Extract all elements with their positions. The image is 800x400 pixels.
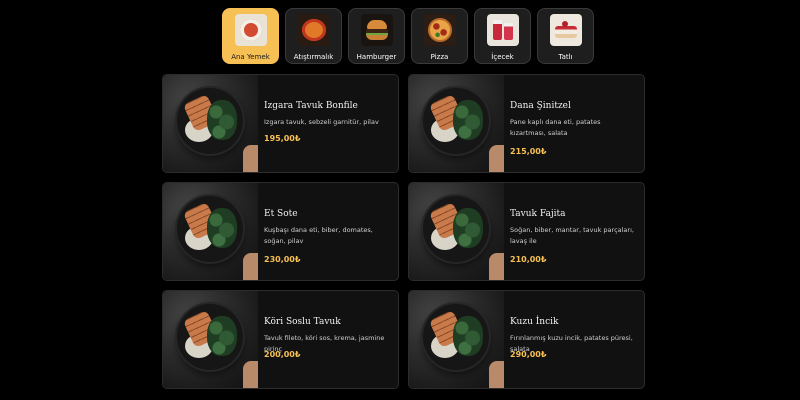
main-dish-icon: [234, 14, 267, 46]
category-label: İçecek: [491, 53, 514, 61]
menu-item-card[interactable]: Kuzu İncik Fırınlanmış kuzu incik, patat…: [408, 290, 645, 389]
food-image: [163, 183, 258, 280]
menu-item-description: Kuşbaşı dana eti, biber, domates, soğan,…: [264, 226, 373, 245]
category-label: Pizza: [430, 53, 449, 61]
category-tab-hamburger[interactable]: Hamburger: [348, 8, 405, 64]
category-label: Tatlı: [558, 53, 573, 61]
menu-item-card[interactable]: Köri Soslu Tavuk Tavuk fileto, köri sos,…: [162, 290, 399, 389]
menu-item-name: Köri Soslu Tavuk: [264, 317, 341, 327]
food-image: [163, 291, 258, 388]
menu-item-card[interactable]: Dana Şinitzel Pane kaplı dana eti, patat…: [408, 74, 645, 173]
menu-item-card[interactable]: Et Sote Kuşbaşı dana eti, biber, domates…: [162, 182, 399, 281]
category-label: Hamburger: [356, 53, 397, 61]
menu-item-price: 210,00₺: [510, 255, 547, 264]
menu-item-name: Izgara Tavuk Bonfile: [264, 101, 358, 111]
category-tab-ana-yemek[interactable]: Ana Yemek: [222, 8, 279, 64]
menu-item-name: Kuzu İncik: [510, 317, 559, 327]
pizza-icon: [423, 14, 456, 46]
category-tab-atistirmalik[interactable]: Atıştırmalık: [285, 8, 342, 64]
snack-icon: [297, 14, 330, 46]
menu-item-description: Izgara tavuk, sebzeli garnitür, pilav: [264, 118, 379, 126]
food-image: [409, 183, 504, 280]
menu-item-price: 195,00₺: [264, 134, 301, 143]
menu-item-card[interactable]: Izgara Tavuk Bonfile Izgara tavuk, sebze…: [162, 74, 399, 173]
menu-item-name: Dana Şinitzel: [510, 101, 571, 111]
category-tab-tatli[interactable]: Tatlı: [537, 8, 594, 64]
food-image: [409, 291, 504, 388]
dessert-icon: [549, 14, 582, 46]
menu-item-name: Tavuk Fajita: [510, 209, 566, 219]
menu-item-price: 230,00₺: [264, 255, 301, 264]
category-tab-icecek[interactable]: İçecek: [474, 8, 531, 64]
menu-item-price: 200,00₺: [264, 350, 301, 359]
category-label: Ana Yemek: [231, 53, 270, 61]
menu-item-price: 215,00₺: [510, 147, 547, 156]
drink-icon: [486, 14, 519, 46]
category-bar: Ana Yemek Atıştırmalık Hamburger Pizza İ…: [222, 8, 594, 64]
menu-item-card[interactable]: Tavuk Fajita Soğan, biber, mantar, tavuk…: [408, 182, 645, 281]
food-image: [163, 75, 258, 172]
hamburger-icon: [360, 14, 393, 46]
menu-item-description: Pane kaplı dana eti, patates kızartması,…: [510, 118, 601, 137]
menu-item-price: 290,00₺: [510, 350, 547, 359]
menu-item-name: Et Sote: [264, 209, 298, 219]
category-label: Atıştırmalık: [293, 53, 334, 61]
menu-item-description: Soğan, biber, mantar, tavuk parçaları, l…: [510, 226, 634, 245]
category-tab-pizza[interactable]: Pizza: [411, 8, 468, 64]
food-image: [409, 75, 504, 172]
